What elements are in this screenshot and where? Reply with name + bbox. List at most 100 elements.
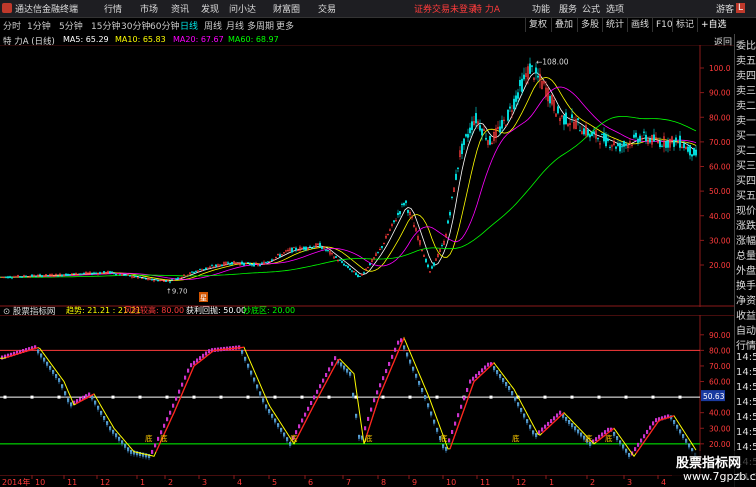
candle-body — [401, 203, 403, 205]
candle-body — [691, 154, 693, 157]
candle-body — [221, 264, 223, 267]
panel-item-25[interactable]: 14:5 — [736, 412, 756, 423]
period-fenshi[interactable]: 分时 — [3, 19, 21, 32]
ma5-label: MA5: 65.29 — [63, 35, 109, 44]
candle-body — [9, 276, 11, 278]
menu-caifuquan[interactable]: 财富圈 — [273, 2, 300, 15]
tool-diejia[interactable]: 叠加 — [551, 18, 576, 32]
tool-fuquan[interactable]: 复权 — [525, 18, 550, 32]
period-1min[interactable]: 1分钟 — [27, 19, 51, 32]
panel-item-20[interactable]: 行情 — [736, 337, 756, 352]
period-15min[interactable]: 15分钟 — [91, 19, 120, 32]
menu-xuanxiang[interactable]: 选项 — [606, 2, 624, 15]
panel-item-4[interactable]: 卖二 — [736, 97, 756, 112]
tool-duogu[interactable]: 多股 — [577, 18, 602, 32]
menu-fuwu[interactable]: 服务 — [559, 2, 577, 15]
candle-body — [589, 134, 591, 138]
panel-item-8[interactable]: 买三 — [736, 157, 756, 172]
osc-bar — [559, 410, 562, 415]
x-label-16: 2 — [590, 478, 595, 487]
menu-jiaoyi[interactable]: 交易 — [318, 2, 336, 15]
panel-item-14[interactable]: 总量 — [736, 247, 756, 262]
osc-bar — [538, 430, 541, 435]
osc-bar — [163, 423, 166, 428]
panel-item-1[interactable]: 卖五 — [736, 52, 756, 67]
panel-item-10[interactable]: 买五 — [736, 187, 756, 202]
candle-body — [81, 273, 83, 275]
candle-body — [481, 128, 483, 136]
panel-item-18[interactable]: 收益 — [736, 307, 756, 322]
panel-item-22[interactable]: 14:5 — [736, 367, 756, 378]
candle-body — [119, 274, 121, 276]
menu-hangqing[interactable]: 行情 — [104, 2, 122, 15]
candle-body — [95, 272, 97, 274]
osc-bar — [601, 432, 604, 437]
osc-bar — [310, 401, 313, 406]
tool-tongji[interactable]: 统计 — [602, 18, 627, 32]
candle-body — [321, 247, 323, 249]
panel-item-21[interactable]: 14:5 — [736, 352, 756, 363]
menu-zixun[interactable]: 资讯 — [171, 2, 189, 15]
panel-item-9[interactable]: 买四 — [736, 172, 756, 187]
panel-item-2[interactable]: 卖四 — [736, 67, 756, 82]
panel-item-7[interactable]: 买二 — [736, 142, 756, 157]
candle-body — [165, 280, 167, 282]
panel-item-5[interactable]: 卖一 — [736, 112, 756, 127]
panel-item-26[interactable]: 14:5 — [736, 427, 756, 438]
menu-gongshi[interactable]: 公式 — [582, 2, 600, 15]
x-label-4: 2 — [168, 478, 173, 487]
panel-item-13[interactable]: 涨幅 — [736, 232, 756, 247]
panel-item-17[interactable]: 净资 — [736, 292, 756, 307]
panel-item-16[interactable]: 换手 — [736, 277, 756, 292]
menu-gongneng[interactable]: 功能 — [532, 2, 550, 15]
period-30min[interactable]: 30分钟 — [121, 19, 150, 32]
panel-item-0[interactable]: 委比 — [736, 37, 756, 52]
panel-item-12[interactable]: 涨跌 — [736, 217, 756, 232]
menu-shichang[interactable]: 市场 — [140, 2, 158, 15]
period-monthly[interactable]: 月线 — [226, 19, 244, 32]
menu-faxian[interactable]: 发现 — [201, 2, 219, 15]
candle-body — [261, 262, 263, 264]
osc-bar — [184, 375, 187, 380]
period-more[interactable]: 更多 — [276, 19, 294, 32]
candle-body — [243, 262, 245, 266]
osc-bar — [460, 404, 463, 409]
candle-body — [271, 259, 273, 261]
period-5min[interactable]: 5分钟 — [59, 19, 83, 32]
menu-wenxiaoda[interactable]: 问小达 — [229, 2, 256, 15]
candle-body — [125, 274, 127, 276]
tool-huaxian[interactable]: 画线 — [627, 18, 652, 32]
period-weekly[interactable]: 周线 — [204, 19, 222, 32]
osc-bar — [319, 384, 322, 389]
candle-body — [507, 109, 509, 121]
period-multi[interactable]: 多周期 — [247, 19, 274, 32]
candle-body — [195, 270, 197, 272]
x-label-14: 12 — [516, 478, 526, 487]
tool-add-watchlist[interactable]: +自选 — [697, 18, 730, 32]
panel-item-15[interactable]: 外盘 — [736, 262, 756, 277]
candle-body — [355, 272, 357, 276]
osc-bar — [301, 418, 304, 423]
panel-item-19[interactable]: 自动 — [736, 322, 756, 337]
user-guest[interactable]: 游客 — [716, 2, 734, 15]
x-label-11: 9 — [412, 478, 417, 487]
ma10-line — [0, 76, 697, 281]
panel-item-3[interactable]: 卖三 — [736, 82, 756, 97]
osc-bar — [547, 421, 550, 426]
panel-item-23[interactable]: 14:5 — [736, 382, 756, 393]
login-warning[interactable]: 证券交易未登录 — [414, 2, 477, 15]
panel-item-11[interactable]: 现价 — [736, 202, 756, 217]
candle-body — [21, 276, 23, 278]
osc-bar — [298, 424, 301, 429]
candle-body — [451, 196, 453, 198]
osc-bar — [169, 410, 172, 415]
period-60min[interactable]: 60分钟 — [150, 19, 179, 32]
osc-bar — [634, 447, 637, 452]
osc-bar — [175, 396, 178, 401]
period-daily[interactable]: 日线 — [180, 19, 198, 32]
candle-body — [399, 211, 401, 215]
tool-biaoji[interactable]: 标记 — [672, 18, 697, 32]
x-label-10: 8 — [381, 478, 386, 487]
panel-item-6[interactable]: 买一 — [736, 127, 756, 142]
panel-item-24[interactable]: 14:5 — [736, 397, 756, 408]
